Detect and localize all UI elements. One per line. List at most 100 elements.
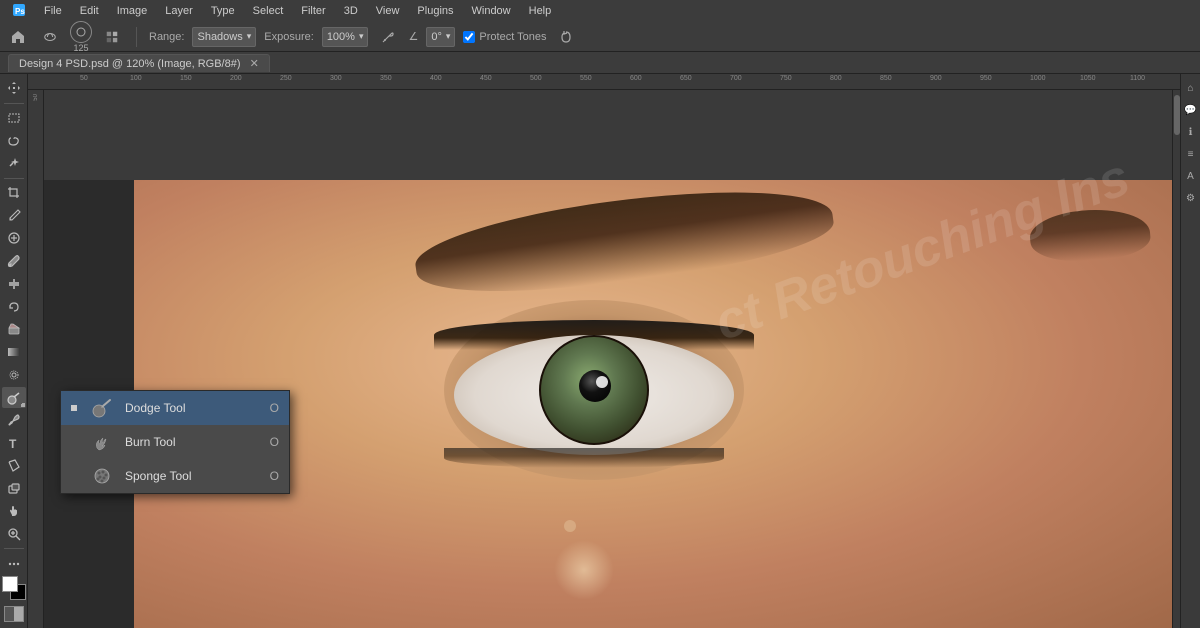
- move-tool[interactable]: [2, 78, 26, 99]
- menu-3d[interactable]: 3D: [336, 3, 366, 19]
- tool-flyout-menu: Dodge Tool O Burn Tool O: [60, 390, 290, 494]
- menu-type[interactable]: Type: [203, 3, 243, 19]
- history-brush-tool[interactable]: [2, 296, 26, 317]
- ruler-tick-label: 850: [880, 75, 892, 82]
- menu-window[interactable]: Window: [464, 3, 519, 19]
- ruler-tick-label: 50: [80, 75, 88, 82]
- protect-tones-checkbox[interactable]: [463, 31, 475, 43]
- foreground-color-swatch[interactable]: [2, 576, 18, 592]
- canvas-area[interactable]: ct Retouching Ins: [44, 90, 1180, 628]
- ruler-top: 50 100 150 200 250 300 350 400 450 500 5…: [28, 74, 1180, 90]
- eyedropper-tool[interactable]: [2, 205, 26, 226]
- flyout-item-sponge[interactable]: Sponge Tool O: [61, 459, 289, 493]
- ruler-tick-label: 250: [280, 75, 292, 82]
- magic-wand-tool[interactable]: [2, 153, 26, 174]
- dodge-burn-sponge-tool[interactable]: [2, 387, 26, 408]
- lasso-tool[interactable]: [2, 130, 26, 151]
- extra-tools[interactable]: [2, 553, 26, 574]
- toolbar-sep-2: [4, 178, 24, 179]
- pen-tool[interactable]: [2, 410, 26, 431]
- eraser-tool[interactable]: [2, 319, 26, 340]
- menu-view[interactable]: View: [368, 3, 408, 19]
- menu-file[interactable]: File: [36, 3, 70, 19]
- history-brush-icon[interactable]: [554, 25, 578, 49]
- right-panel-home-icon[interactable]: ⌂: [1183, 80, 1199, 96]
- dodge-tool-icon: [89, 395, 115, 421]
- right-panel-extra-icon[interactable]: ⚙: [1183, 190, 1199, 206]
- brush-type-button[interactable]: [100, 25, 124, 49]
- burn-tool-shortcut: O: [270, 435, 279, 449]
- document-tab-bar: Design 4 PSD.psd @ 120% (Image, RGB/8#) …: [0, 52, 1200, 74]
- canvas-top-bg: [44, 90, 1180, 180]
- right-panel: ⌂ 💬 ℹ ≡ A ⚙: [1180, 74, 1200, 628]
- workspace-button[interactable]: [38, 25, 62, 49]
- shape-tool[interactable]: [2, 478, 26, 499]
- range-label: Range:: [149, 31, 184, 43]
- path-selection-tool[interactable]: [2, 455, 26, 476]
- menu-layer[interactable]: Layer: [157, 3, 201, 19]
- ruler-tick-label: 1050: [1080, 75, 1096, 82]
- menu-help[interactable]: Help: [521, 3, 560, 19]
- sponge-tool-icon: [89, 463, 115, 489]
- menu-edit[interactable]: Edit: [72, 3, 107, 19]
- ruler-tick-label: 700: [730, 75, 742, 82]
- ruler-tick-label: 350: [380, 75, 392, 82]
- exposure-dropdown[interactable]: 100%: [322, 27, 369, 47]
- svg-text:Ps: Ps: [15, 7, 25, 16]
- ruler-tick-label: 800: [830, 75, 842, 82]
- blur-tool[interactable]: [2, 365, 26, 386]
- svg-text:T: T: [9, 437, 17, 450]
- zoom-tool[interactable]: [2, 524, 26, 545]
- right-panel-settings-icon[interactable]: ≡: [1183, 146, 1199, 162]
- flyout-item-burn[interactable]: Burn Tool O: [61, 425, 289, 459]
- angle-dropdown[interactable]: 0°: [426, 27, 455, 47]
- skin-spot: [564, 520, 576, 532]
- sponge-tool-label: Sponge Tool: [125, 469, 260, 483]
- quick-mask-toggle[interactable]: [4, 606, 24, 622]
- menu-plugins[interactable]: Plugins: [409, 3, 461, 19]
- home-button[interactable]: [6, 25, 30, 49]
- right-panel-text-icon[interactable]: A: [1183, 168, 1199, 184]
- ruler-tick-label: 500: [530, 75, 542, 82]
- close-tab-icon[interactable]: ✕: [250, 58, 259, 70]
- right-panel-info-icon[interactable]: ℹ: [1183, 124, 1199, 140]
- menu-ps[interactable]: Ps: [4, 1, 34, 22]
- standard-mode: [5, 607, 14, 621]
- separator-1: [136, 27, 137, 47]
- dodge-tool-label: Dodge Tool: [125, 401, 260, 415]
- text-tool[interactable]: T: [2, 433, 26, 454]
- options-bar: 125 Range: Shadows Exposure: 100% ∠ 0° P…: [0, 22, 1200, 52]
- eyelash-bottom: [444, 448, 724, 468]
- gradient-tool[interactable]: [2, 342, 26, 363]
- clone-stamp-tool[interactable]: [2, 274, 26, 295]
- ruler-tick-label: 100: [130, 75, 142, 82]
- photo-container: ct Retouching Ins: [134, 180, 1180, 628]
- menu-filter[interactable]: Filter: [293, 3, 333, 19]
- brush-tool[interactable]: [2, 251, 26, 272]
- ruler-tick-label: 950: [980, 75, 992, 82]
- flyout-item-dodge[interactable]: Dodge Tool O: [61, 391, 289, 425]
- ruler-tick-label: 300: [330, 75, 342, 82]
- ruler-tick-label: 1000: [1030, 75, 1046, 82]
- main-area: T: [0, 74, 1200, 628]
- brush-preview[interactable]: 125: [70, 21, 92, 53]
- range-dropdown[interactable]: Shadows: [192, 27, 256, 47]
- airbrush-icon[interactable]: [376, 25, 400, 49]
- document-tab[interactable]: Design 4 PSD.psd @ 120% (Image, RGB/8#) …: [8, 54, 270, 72]
- scrollbar-vertical[interactable]: [1172, 90, 1180, 628]
- dodge-tool-shortcut: O: [270, 401, 279, 415]
- exposure-label: Exposure:: [264, 31, 314, 43]
- marquee-tool[interactable]: [2, 108, 26, 129]
- menu-select[interactable]: Select: [245, 3, 292, 19]
- right-panel-chat-icon[interactable]: 💬: [1183, 102, 1199, 118]
- hand-tool[interactable]: [2, 501, 26, 522]
- toolbar-sep-3: [4, 548, 24, 549]
- ruler-tick-label: 750: [780, 75, 792, 82]
- ruler-tick-label: 400: [430, 75, 442, 82]
- crop-tool[interactable]: [2, 183, 26, 204]
- healing-brush-tool[interactable]: [2, 228, 26, 249]
- menu-image[interactable]: Image: [109, 3, 156, 19]
- quick-mask-mode: [14, 607, 23, 621]
- scrollbar-thumb[interactable]: [1174, 95, 1180, 135]
- skin-highlight: [554, 540, 614, 600]
